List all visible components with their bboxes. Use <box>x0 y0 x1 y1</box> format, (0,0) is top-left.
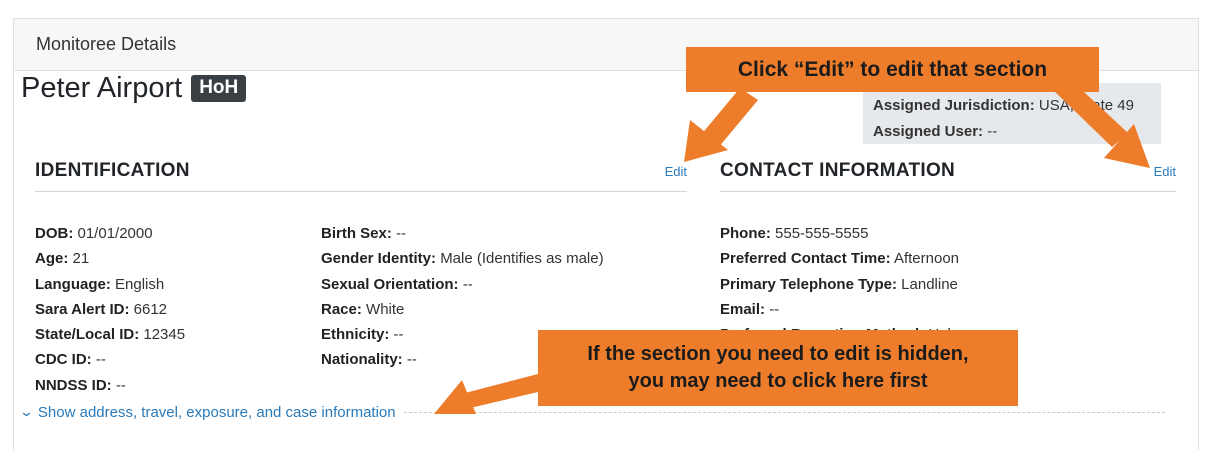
field-value: Landline <box>901 275 958 293</box>
field-value: Afternoon <box>893 250 959 268</box>
field-nndss-id: NNDSS ID: -- <box>35 373 185 398</box>
field-label: Age: <box>35 250 69 268</box>
field-label: NNDSS ID: <box>35 376 112 394</box>
contact-fields: Phone: 555-555-5555 Preferred Contact Ti… <box>720 221 991 347</box>
field-sexual-orientation: Sexual Orientation: -- <box>321 272 604 297</box>
field-label: Sara Alert ID: <box>35 300 130 318</box>
chevron-down-icon: ⌄ <box>18 404 35 419</box>
field-label: Ethnicity: <box>321 326 390 344</box>
field-primary-telephone-type: Primary Telephone Type: Landline <box>720 272 991 297</box>
field-label: Birth Sex: <box>321 225 392 242</box>
field-race: Race: White <box>321 297 604 322</box>
field-value: -- <box>115 376 126 394</box>
field-cdc-id: CDC ID: -- <box>35 347 185 372</box>
hoh-badge: HoH <box>191 74 247 103</box>
field-value: -- <box>393 326 404 344</box>
field-language: Language: English <box>35 272 185 297</box>
field-label: Gender Identity: <box>321 250 437 268</box>
hidden-callout-line-1: If the section you need to edit is hidde… <box>587 343 969 365</box>
assigned-user-label: Assigned User: <box>873 123 984 140</box>
identification-edit-link[interactable]: Edit <box>665 164 687 179</box>
field-value: -- <box>406 351 417 369</box>
jurisdiction-label: Assigned Jurisdiction: <box>873 97 1035 114</box>
field-phone: Phone: 555-555-5555 <box>720 221 991 246</box>
field-value: 6612 <box>133 300 168 318</box>
hidden-callout-line-2: you may need to click here first <box>628 370 928 392</box>
assigned-user-line: Assigned User: -- <box>873 119 1161 145</box>
field-label: DOB: <box>35 225 74 242</box>
assignment-box: Assigned Jurisdiction: USA, State 49 Ass… <box>863 83 1161 144</box>
patient-name: Peter Airport <box>21 72 183 104</box>
field-value: 01/01/2000 <box>77 225 153 242</box>
edit-callout-text: Click “Edit” to edit that section <box>737 58 1048 81</box>
field-birth-sex: Birth Sex: -- <box>321 221 604 246</box>
field-value: Male (Identifies as male) <box>440 250 604 268</box>
field-label: Language: <box>35 275 111 293</box>
edit-callout: Click “Edit” to edit that section <box>686 47 1099 92</box>
field-value: -- <box>462 275 473 293</box>
field-state-local-id: State/Local ID: 12345 <box>35 322 185 347</box>
assigned-user-value: -- <box>987 123 998 140</box>
card-title: Monitoree Details <box>36 34 177 54</box>
jurisdiction-value: USA, State 49 <box>1038 97 1134 114</box>
field-label: Nationality: <box>321 351 403 369</box>
field-email: Email: -- <box>720 297 991 322</box>
identification-header: IDENTIFICATION Edit <box>35 160 687 192</box>
patient-name-row: Peter Airport HoH <box>21 72 247 105</box>
field-age: Age: 21 <box>35 246 185 271</box>
field-value: 555-555-5555 <box>775 225 869 242</box>
show-more-label[interactable]: Show address, travel, exposure, and case… <box>38 404 396 421</box>
jurisdiction-line: Assigned Jurisdiction: USA, State 49 <box>873 93 1161 119</box>
field-label: Sexual Orientation: <box>321 275 459 293</box>
field-label: Phone: <box>720 225 771 242</box>
field-value: English <box>115 275 165 293</box>
field-label: State/Local ID: <box>35 326 140 344</box>
field-dob: DOB: 01/01/2000 <box>35 221 185 246</box>
field-value: -- <box>396 225 407 242</box>
field-preferred-contact-time: Preferred Contact Time: Afternoon <box>720 246 991 271</box>
hidden-section-callout: If the section you need to edit is hidde… <box>538 330 1018 406</box>
contact-title: CONTACT INFORMATION <box>720 160 956 181</box>
field-sara-alert-id: Sara Alert ID: 6612 <box>35 297 185 322</box>
field-label: Race: <box>321 300 362 318</box>
field-label: Primary Telephone Type: <box>720 275 897 293</box>
dashed-divider <box>403 411 1165 413</box>
field-value: 12345 <box>143 326 186 344</box>
field-value: 21 <box>72 250 90 268</box>
identification-col-1: DOB: 01/01/2000 Age: 21 Language: Englis… <box>35 221 185 398</box>
contact-edit-link[interactable]: Edit <box>1154 164 1176 179</box>
field-label: Email: <box>720 300 766 318</box>
field-value: White <box>366 300 405 318</box>
field-label: Preferred Contact Time: <box>720 250 891 268</box>
field-label: CDC ID: <box>35 351 92 369</box>
field-gender-identity: Gender Identity: Male (Identifies as mal… <box>321 246 604 271</box>
contact-header: CONTACT INFORMATION Edit <box>720 160 1176 192</box>
field-value: -- <box>769 300 780 318</box>
identification-title: IDENTIFICATION <box>35 160 190 181</box>
field-value: -- <box>95 351 106 369</box>
